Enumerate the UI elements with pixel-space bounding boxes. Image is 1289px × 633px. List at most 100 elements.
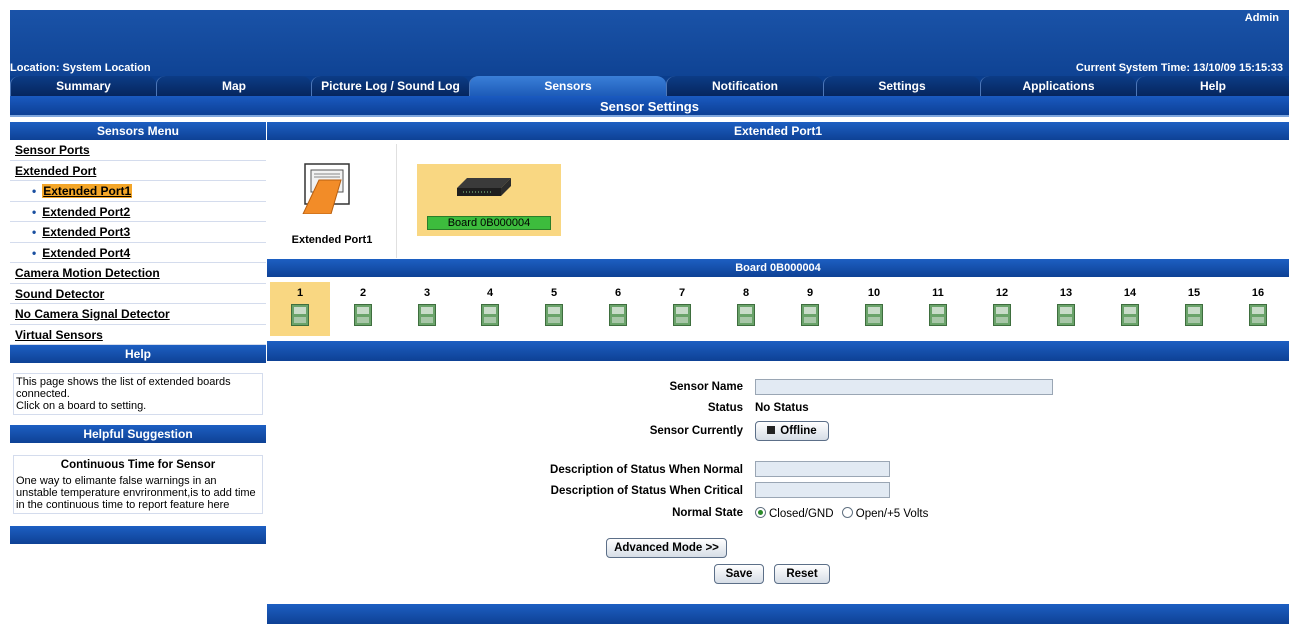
slot-connector-icon	[291, 304, 309, 326]
bullet-icon: •	[32, 245, 37, 260]
slot-14[interactable]: 14	[1100, 282, 1160, 336]
tab-sensors[interactable]: Sensors	[469, 76, 666, 96]
slot-number: 2	[359, 287, 367, 299]
board-device-icon	[457, 178, 511, 196]
suggestion-heading: Continuous Time for Sensor	[60, 459, 216, 471]
open-5v-label: Open/+5 Volts	[855, 508, 929, 520]
page-title: Sensor Settings	[10, 96, 1289, 117]
slot-11[interactable]: 11	[908, 282, 968, 336]
sidebar-item-extended-port4[interactable]: • Extended Port4	[10, 243, 266, 263]
extended-port-label: Extended Port1	[291, 234, 373, 246]
slot-number: 9	[806, 287, 814, 299]
sidebar-item-sensor-ports[interactable]: Sensor Ports	[10, 140, 266, 161]
slot-7[interactable]: 7	[652, 282, 712, 336]
footer-bar	[267, 604, 1289, 624]
slot-12[interactable]: 12	[972, 282, 1032, 336]
suggestion-box: Continuous Time for Sensor One way to el…	[13, 455, 263, 514]
slot-connector-icon	[929, 304, 947, 326]
sidebar-item-no-camera-signal[interactable]: No Camera Signal Detector	[10, 304, 266, 325]
board-card[interactable]: Board 0B000004	[417, 164, 561, 236]
help-text-2: Click on a board to setting.	[16, 400, 147, 412]
advanced-mode-button[interactable]: Advanced Mode >>	[606, 538, 727, 558]
slot-number: 3	[423, 287, 431, 299]
tab-summary[interactable]: Summary	[10, 76, 156, 96]
offline-button[interactable]: Offline	[755, 421, 829, 441]
reset-button[interactable]: Reset	[774, 564, 830, 584]
sidebar-item-label: Extended Port2	[42, 204, 131, 219]
slot-10[interactable]: 10	[844, 282, 904, 336]
extended-port-icon	[302, 163, 350, 214]
slot-connector-icon	[545, 304, 563, 326]
suggestion-header: Helpful Suggestion	[10, 425, 266, 443]
save-button[interactable]: Save	[714, 564, 764, 584]
board-slots: 1 2 3 4 5 6 7 8 9 10 11 12 13 14 15 16	[267, 282, 1289, 336]
main-tabs: Summary Map Picture Log / Sound Log Sens…	[10, 76, 1289, 96]
slot-15[interactable]: 15	[1164, 282, 1224, 336]
slot-2[interactable]: 2	[333, 282, 393, 336]
tab-notification[interactable]: Notification	[666, 76, 823, 96]
slot-connector-icon	[609, 304, 627, 326]
slot-8[interactable]: 8	[716, 282, 776, 336]
bullet-icon: •	[32, 184, 37, 198]
offline-square-icon	[767, 426, 776, 434]
slot-number: 8	[742, 287, 750, 299]
sidebar-item-sound-detector[interactable]: Sound Detector	[10, 284, 266, 304]
bullet-icon: •	[32, 204, 37, 219]
slot-number: 16	[1251, 287, 1265, 299]
slot-number: 6	[614, 287, 622, 299]
offline-button-label: Offline	[780, 425, 817, 437]
help-text: This page shows the list of extended boa…	[16, 376, 231, 400]
slot-connector-icon	[865, 304, 883, 326]
slot-connector-icon	[993, 304, 1011, 326]
bullet-icon: •	[32, 225, 37, 239]
slot-16[interactable]: 16	[1228, 282, 1288, 336]
sidebar-item-camera-motion[interactable]: Camera Motion Detection	[10, 263, 266, 284]
tab-picture-log[interactable]: Picture Log / Sound Log	[311, 76, 469, 96]
slot-number: 13	[1059, 287, 1073, 299]
normal-state-label: Normal State	[672, 507, 743, 519]
tab-map[interactable]: Map	[156, 76, 311, 96]
main-panel: Extended Port1 Extended Port1 Board 0B00…	[267, 122, 1289, 633]
slot-3[interactable]: 3	[397, 282, 457, 336]
slot-number: 15	[1187, 287, 1201, 299]
slot-9[interactable]: 9	[780, 282, 840, 336]
slot-5[interactable]: 5	[524, 282, 584, 336]
top-banner: Admin Location: System Location Current …	[10, 10, 1289, 76]
sidebar-item-extended-port3[interactable]: • Extended Port3	[10, 222, 266, 243]
slot-1[interactable]: 1	[270, 282, 330, 336]
slot-number: 5	[550, 287, 558, 299]
slot-connector-icon	[481, 304, 499, 326]
slot-connector-icon	[1121, 304, 1139, 326]
sidebar-item-virtual-sensors[interactable]: Virtual Sensors	[10, 325, 266, 345]
sidebar-item-extended-port1[interactable]: • Extended Port1	[10, 181, 266, 202]
slot-connector-icon	[1249, 304, 1267, 326]
tab-help[interactable]: Help	[1136, 76, 1289, 96]
sidebar-item-extended-port2[interactable]: • Extended Port2	[10, 202, 266, 222]
sensor-name-label: Sensor Name	[669, 381, 743, 393]
extended-port-card[interactable]: Extended Port1	[267, 144, 397, 258]
normal-desc-label: Description of Status When Normal	[550, 464, 743, 476]
slot-6[interactable]: 6	[588, 282, 648, 336]
board-label: Board 0B000004	[427, 216, 551, 230]
slot-4[interactable]: 4	[460, 282, 520, 336]
normal-desc-input[interactable]	[755, 461, 890, 477]
form-header-bar	[267, 341, 1289, 361]
slot-connector-icon	[673, 304, 691, 326]
slot-number: 7	[678, 287, 686, 299]
slot-13[interactable]: 13	[1036, 282, 1096, 336]
sensor-currently-label: Sensor Currently	[649, 425, 743, 437]
tab-applications[interactable]: Applications	[980, 76, 1136, 96]
open-5v-radio[interactable]	[841, 507, 853, 518]
sensor-name-input[interactable]	[755, 379, 1053, 395]
system-time: Current System Time: 13/10/09 15:15:33	[1075, 62, 1283, 74]
sidebar-item-label: Extended Port4	[42, 245, 131, 260]
critical-desc-input[interactable]	[755, 482, 890, 498]
section-header: Extended Port1	[267, 122, 1289, 140]
closed-gnd-radio[interactable]	[755, 507, 766, 518]
slot-number: 12	[995, 287, 1009, 299]
slot-connector-icon	[737, 304, 755, 326]
sidebar-item-extended-port[interactable]: Extended Port	[10, 161, 266, 181]
tab-settings[interactable]: Settings	[823, 76, 980, 96]
sensors-menu-header: Sensors Menu	[10, 122, 266, 140]
sidebar-footer-bar	[10, 526, 266, 544]
